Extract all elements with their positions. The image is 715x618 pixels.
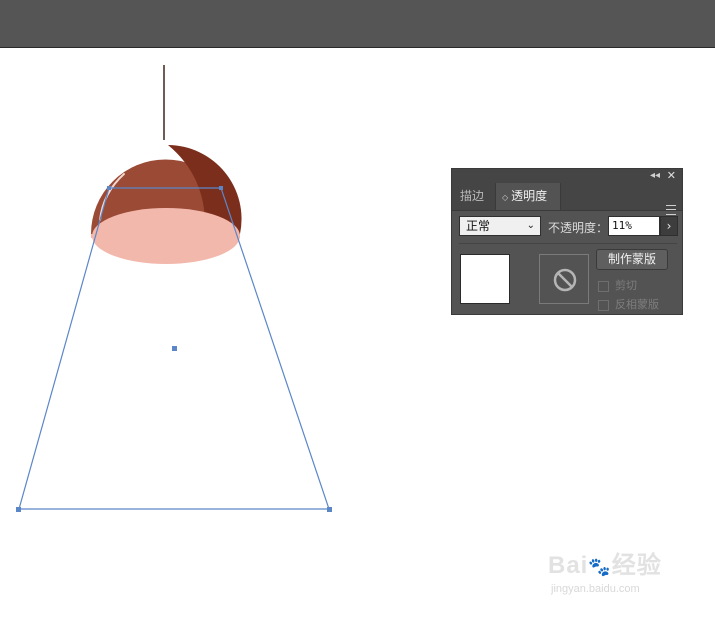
panel-divider — [459, 243, 677, 244]
chevron-right-icon[interactable]: › — [660, 216, 678, 236]
paw-icon: 🐾 — [588, 557, 612, 577]
clip-label: 剪切 — [615, 279, 637, 292]
panel-titlebar[interactable]: ◂◂ ✕ — [452, 169, 682, 183]
blend-mode-value: 正常 — [466, 219, 491, 233]
double-chevron-left-icon[interactable]: ◂◂ — [650, 169, 660, 183]
watermark-url: jingyan.baidu.com — [551, 583, 640, 595]
opacity-input[interactable]: 11% — [608, 216, 660, 236]
close-icon[interactable]: ✕ — [667, 169, 676, 183]
artwork-thumbnail[interactable] — [460, 254, 510, 304]
tab-transparency[interactable]: ◇ 透明度 — [495, 183, 561, 210]
transparency-panel: ◂◂ ✕ 描边 ◇ 透明度 正常 ⌄ 不透明度： 11% › 制作蒙版 剪切 反相… — [451, 168, 683, 315]
lamp-shade[interactable] — [91, 145, 242, 264]
watermark-brand-cn: 经验 — [611, 552, 662, 579]
opacity-label: 不透明度： — [548, 221, 609, 235]
hamburger-menu-icon[interactable] — [666, 205, 676, 215]
baidu-jingyan-watermark: Bai🐾经验 jingyan.baidu.com — [548, 545, 688, 605]
invert-mask-checkbox[interactable] — [598, 299, 609, 311]
clip-checkbox[interactable] — [598, 280, 609, 292]
artboard — [16, 65, 332, 512]
mask-thumbnail[interactable] — [539, 254, 589, 304]
prohibited-icon — [553, 268, 577, 292]
chevron-down-icon: ⌄ — [526, 220, 535, 231]
invert-mask-label: 反相蒙版 — [615, 298, 659, 311]
tab-transparency-label: 透明度 — [511, 189, 548, 203]
watermark-brand: Bai🐾经验 — [548, 545, 662, 580]
clip-checkbox-row[interactable]: 剪切 — [598, 277, 637, 293]
panel-tabs: 描边 ◇ 透明度 — [452, 183, 682, 215]
updown-arrows-icon: ◇ — [502, 193, 509, 202]
center-point — [172, 346, 177, 351]
make-mask-button[interactable]: 制作蒙版 — [596, 249, 668, 270]
invert-mask-checkbox-row[interactable]: 反相蒙版 — [598, 296, 659, 312]
tab-stroke[interactable]: 描边 — [460, 183, 484, 210]
application-bar — [0, 0, 715, 48]
watermark-brand-latin: Bai — [548, 552, 589, 579]
blend-mode-select[interactable]: 正常 ⌄ — [459, 216, 541, 236]
